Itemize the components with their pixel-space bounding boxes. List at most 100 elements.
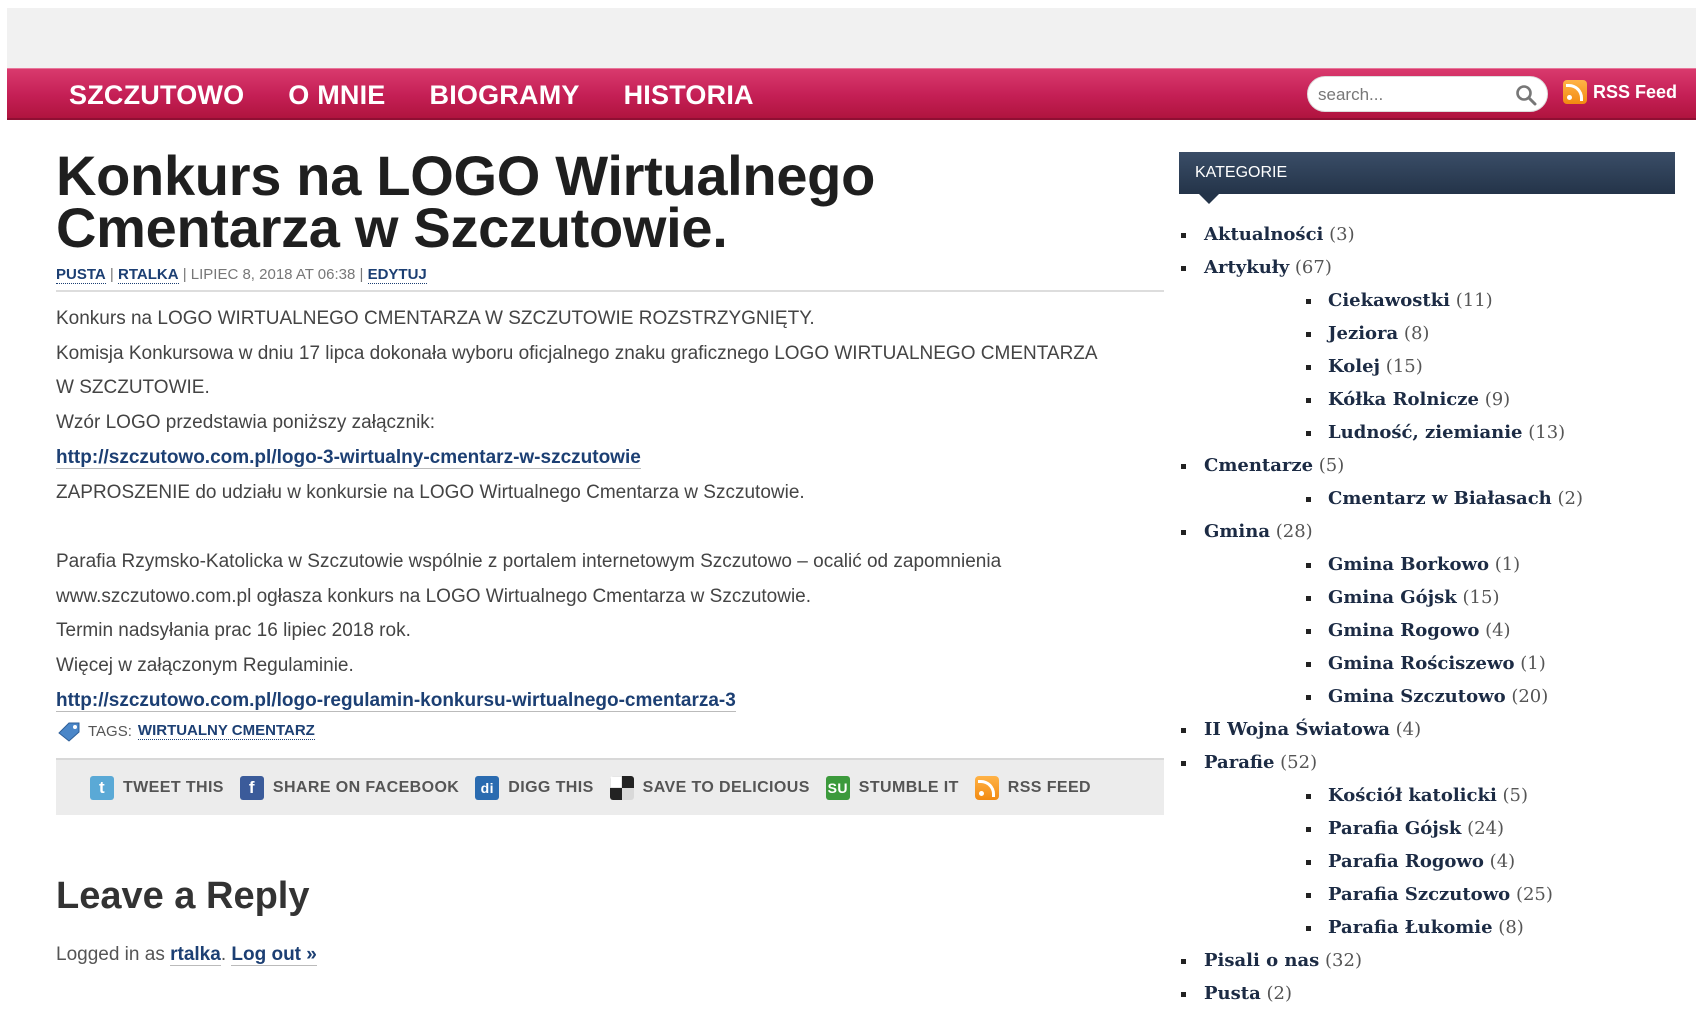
category-count: (67): [1294, 257, 1332, 278]
category-count: (5): [1502, 785, 1529, 806]
category-item: Cmentarz w Białasach (2): [1179, 482, 1675, 515]
category-item: II Wojna Światowa (4): [1179, 713, 1675, 746]
category-link[interactable]: Pusta: [1204, 983, 1261, 1004]
category-count: (2): [1266, 983, 1292, 1004]
facebook-share-button[interactable]: f SHARE ON FACEBOOK: [239, 775, 459, 800]
edit-link[interactable]: EDYTUJ: [367, 266, 427, 284]
logged-separator: .: [220, 944, 232, 966]
stumble-label: STUMBLE IT: [858, 778, 959, 796]
body-line: ZAPROSZENIE do udziału w konkursie na LO…: [56, 481, 805, 503]
stumble-button[interactable]: SU STUMBLE IT: [825, 775, 959, 800]
body-line: Komisja Konkursowa w dniu 17 lipca dokon…: [56, 342, 1098, 364]
main-navbar: SZCZUTOWO O MNIE BIOGRAMY HISTORIA RSS F…: [7, 68, 1696, 120]
logged-in-line: Logged in as rtalka. Log out »: [56, 944, 1164, 967]
category-item: Parafie (52): [1179, 746, 1675, 779]
logo-attachment-link[interactable]: http://szczutowo.com.pl/logo-3-wirtualny…: [56, 446, 641, 469]
rss-feed-link[interactable]: RSS Feed: [1563, 80, 1677, 104]
category-count: (25): [1515, 884, 1553, 905]
category-count: (15): [1462, 587, 1500, 608]
user-link[interactable]: rtalka: [170, 944, 221, 967]
body-line: www.szczutowo.com.pl ogłasza konkurs na …: [56, 585, 812, 607]
nav-item-o-mnie[interactable]: O MNIE: [288, 80, 385, 111]
category-link[interactable]: Parafie: [1204, 752, 1274, 773]
category-link[interactable]: Parafia Szczutowo: [1328, 884, 1510, 905]
category-item: Kółka Rolnicze (9): [1179, 383, 1675, 416]
category-item: Parafia Łukomie (8): [1179, 911, 1675, 944]
tag-icon: [58, 722, 80, 743]
category-count: (28): [1275, 521, 1313, 542]
digg-icon: di: [475, 775, 500, 800]
category-link[interactable]: Cmentarze: [1204, 455, 1313, 476]
category-link[interactable]: II Wojna Światowa: [1204, 719, 1390, 740]
category-link[interactable]: Parafia Łukomie: [1328, 917, 1493, 938]
category-item: Gmina Rogowo (4): [1179, 614, 1675, 647]
rss-icon: [974, 775, 999, 800]
body-line: Więcej w załączonym Regulaminie.: [56, 655, 354, 677]
author-link[interactable]: RTALKA: [117, 266, 179, 284]
body-line: Wzór LOGO przedstawia poniższy załącznik…: [56, 412, 436, 434]
category-item: Gmina Gójsk (15): [1179, 581, 1675, 614]
nav-item-szczutowo[interactable]: SZCZUTOWO: [69, 80, 244, 111]
category-link[interactable]: Kółka Rolnicze: [1328, 389, 1479, 410]
post-tags: TAGS: WIRTUALNY CMENTARZ: [56, 720, 1164, 743]
category-item: Gmina Borkowo (1): [1179, 548, 1675, 581]
main-content: Konkurs na LOGO Wirtualnego Cmentarza w …: [56, 144, 1164, 967]
category-link[interactable]: Gmina Borkowo: [1328, 554, 1489, 575]
category-link[interactable]: Jeziora: [1328, 323, 1398, 344]
category-link[interactable]: Gmina Szczutowo: [1328, 686, 1506, 707]
category-link[interactable]: Pisali o nas: [1204, 950, 1319, 971]
category-link[interactable]: Ludność, ziemianie: [1328, 422, 1522, 443]
rss-share-button[interactable]: RSS FEED: [974, 775, 1091, 800]
category-item: Gmina Szczutowo (20): [1179, 680, 1675, 713]
category-link[interactable]: Ciekawostki: [1328, 290, 1450, 311]
category-item: Gmina (28): [1179, 515, 1675, 548]
category-count: (1): [1494, 554, 1521, 575]
tag-link[interactable]: WIRTUALNY CMENTARZ: [137, 722, 315, 741]
delicious-button[interactable]: SAVE TO DELICIOUS: [609, 775, 810, 800]
category-count: (8): [1403, 323, 1430, 344]
logout-link[interactable]: Log out »: [231, 944, 317, 967]
search-input[interactable]: [1318, 83, 1508, 107]
top-strip: [7, 8, 1696, 68]
category-link[interactable]: Gmina: [1204, 521, 1270, 542]
post-body: Konkurs na LOGO WIRTUALNEGO CMENTARZA W …: [56, 302, 1164, 718]
tweet-button[interactable]: t TWEET THIS: [90, 775, 224, 800]
rss-share-label: RSS FEED: [1007, 778, 1091, 796]
page-canvas: SZCZUTOWO O MNIE BIOGRAMY HISTORIA RSS F…: [0, 0, 1696, 1013]
stumbleupon-icon: SU: [825, 775, 850, 800]
meta-separator: |: [182, 266, 191, 283]
search-icon[interactable]: [1515, 84, 1537, 106]
category-link[interactable]: Kolej: [1328, 356, 1380, 377]
logged-prefix: Logged in as: [56, 944, 165, 966]
digg-button[interactable]: di DIGG THIS: [475, 775, 593, 800]
category-item: Ludność, ziemianie (13): [1179, 416, 1675, 449]
category-item: Parafia Rogowo (4): [1179, 845, 1675, 878]
body-line: Parafia Rzymsko-Katolicka w Szczutowie w…: [56, 550, 1002, 572]
rss-icon: [1563, 80, 1587, 104]
nav-item-historia[interactable]: HISTORIA: [624, 80, 754, 111]
category-link[interactable]: PUSTA: [56, 266, 106, 284]
nav-item-biogramy[interactable]: BIOGRAMY: [430, 80, 580, 111]
category-item: Jeziora (8): [1179, 317, 1675, 350]
category-link[interactable]: Gmina Rogowo: [1328, 620, 1479, 641]
category-link[interactable]: Parafia Gójsk: [1328, 818, 1461, 839]
category-link[interactable]: Cmentarz w Białasach: [1328, 488, 1552, 509]
reply-heading: Leave a Reply: [56, 875, 310, 918]
category-link[interactable]: Aktualności: [1204, 224, 1323, 245]
body-line: W SZCZUTOWIE.: [56, 377, 210, 399]
delicious-label: SAVE TO DELICIOUS: [642, 778, 810, 796]
post-title: Konkurs na LOGO Wirtualnego Cmentarza w …: [56, 144, 875, 259]
regulations-link[interactable]: http://szczutowo.com.pl/logo-regulamin-k…: [56, 689, 736, 712]
post-meta: PUSTA | RTALKA | LIPIEC 8, 2018 AT 06:38…: [56, 266, 1164, 292]
category-list: Aktualności (3) Artykuły (67) Ciekawostki …: [1179, 218, 1675, 1010]
category-link[interactable]: Gmina Rościszewo: [1328, 653, 1514, 674]
category-link[interactable]: Artykuły: [1204, 257, 1289, 278]
category-link[interactable]: Parafia Rogowo: [1328, 851, 1484, 872]
sidebar: KATEGORIE Aktualności (3) Artykuły (67) Ci…: [1179, 152, 1675, 1010]
facebook-icon: f: [239, 775, 264, 800]
category-link[interactable]: Gmina Gójsk: [1328, 587, 1457, 608]
category-count: (15): [1385, 356, 1423, 377]
category-count: (3): [1329, 224, 1355, 245]
category-item: Kolej (15): [1179, 350, 1675, 383]
category-link[interactable]: Kościół katolicki: [1328, 785, 1497, 806]
